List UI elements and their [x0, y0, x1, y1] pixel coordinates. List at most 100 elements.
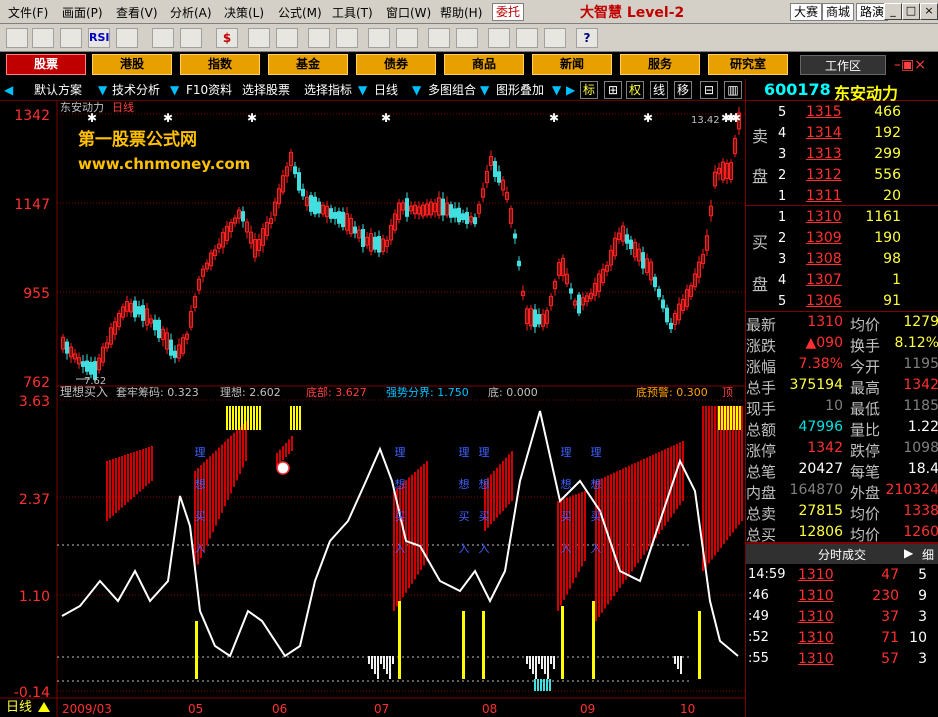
alert-icon[interactable] [336, 28, 358, 48]
trades-title: 分时成交 [818, 548, 867, 562]
menu-view[interactable]: 查看(V) [116, 4, 158, 21]
grid-icon[interactable]: ⊞ [604, 81, 622, 99]
period-up-icon[interactable] [38, 702, 50, 712]
menu-screen[interactable]: 画面(P) [62, 4, 103, 21]
chart-icon[interactable] [32, 28, 54, 48]
window-controls-icon[interactable]: –▣× [894, 57, 926, 73]
minimize-icon[interactable]: _ [884, 3, 902, 20]
chart-area[interactable]: ✱ ✱ ✱ ✱ ✱ ✱ ✱ ✱ ✱ 理想买入理想买入理想买入理想买入理想买入理想买入 东安动力 … [0, 101, 745, 717]
export-icon[interactable]: ⊟ [700, 81, 718, 99]
play-icon[interactable]: ▶ [566, 81, 575, 99]
candle-body [465, 212, 469, 224]
mark-button[interactable]: 标 [580, 81, 598, 99]
scroll-left-icon[interactable]: ◀ [4, 81, 13, 99]
contest-button[interactable]: 大赛 [790, 3, 823, 21]
trades-expand-icon[interactable]: ▶ [904, 546, 913, 560]
tab-commodities[interactable]: 商品 [444, 54, 524, 75]
dropdown-arrow-icon[interactable]: ▼ [480, 81, 489, 99]
indicator-bar [239, 426, 241, 474]
mall-button[interactable]: 商城 [822, 3, 855, 21]
buy-marker-label: 理 [591, 446, 602, 459]
default-scheme-button[interactable]: 默认方案 [34, 81, 82, 99]
menu-decision[interactable]: 决策(L) [224, 4, 264, 21]
tab-funds[interactable]: 基金 [268, 54, 348, 75]
panel-toggle-icon[interactable]: ▥ [724, 81, 742, 99]
technical-analysis-button[interactable]: 技术分析 [112, 81, 160, 99]
tab-hk[interactable]: 港股 [92, 54, 172, 75]
f10-button[interactable]: F10资料 [186, 81, 232, 99]
calculator-icon[interactable] [516, 28, 538, 48]
bid-row[interactable]: 2 1309 190 [746, 229, 938, 250]
candle-body [133, 300, 137, 318]
line-button[interactable]: 线 [650, 81, 668, 99]
bid-row[interactable]: 1 1310 1161 [746, 208, 938, 229]
bid-row[interactable]: 4 1307 1 [746, 271, 938, 292]
candle-body [405, 198, 409, 217]
crosshair-icon[interactable] [152, 28, 174, 48]
overlay-button[interactable]: 图形叠加 [496, 81, 544, 99]
ask-row[interactable]: 2 1312 556 [746, 166, 938, 187]
stock-icon[interactable] [368, 28, 390, 48]
menu-window[interactable]: 窗口(W) [386, 4, 431, 21]
bid-volume: 91 [883, 293, 901, 309]
bottom-signal-bar [674, 656, 676, 664]
bid-row[interactable]: 3 1308 98 [746, 250, 938, 271]
tab-stocks[interactable]: 股票 [6, 54, 86, 75]
tab-services[interactable]: 服务 [620, 54, 700, 75]
ask-row[interactable]: 4 1314 192 [746, 124, 938, 145]
rights-button[interactable]: 权 [626, 81, 644, 99]
select-indicator-button[interactable]: 选择指标 [304, 81, 352, 99]
list-icon[interactable] [60, 28, 82, 48]
cd-icon[interactable] [428, 28, 450, 48]
eye-icon[interactable] [248, 28, 270, 48]
ask-row[interactable]: 5 1315 466 [746, 103, 938, 124]
close-icon[interactable]: × [920, 3, 938, 20]
tab-index[interactable]: 指数 [180, 54, 260, 75]
disc-icon[interactable] [456, 28, 478, 48]
select-stock-button[interactable]: 选择股票 [242, 81, 290, 99]
help-icon[interactable]: ? [576, 28, 598, 48]
tab-bonds[interactable]: 债券 [356, 54, 436, 75]
menu-help[interactable]: 帮助(H) [440, 4, 482, 21]
dropdown-arrow-icon[interactable]: ▼ [170, 81, 179, 99]
binoculars-icon[interactable] [308, 28, 330, 48]
rsi-icon[interactable]: RSI [88, 28, 110, 48]
ask-row[interactable]: 3 1313 299 [746, 145, 938, 166]
diamond-icon[interactable] [396, 28, 418, 48]
multi-chart-button[interactable]: 多图组合 [428, 81, 476, 99]
daily-button[interactable]: 日线 [374, 81, 398, 99]
dropdown-arrow-icon[interactable]: ▼ [412, 81, 421, 99]
menu-file[interactable]: 文件(F) [8, 4, 48, 21]
keyboard-icon[interactable] [488, 28, 510, 48]
candle-body [293, 166, 297, 175]
books-icon[interactable] [544, 28, 566, 48]
move-button[interactable]: 移 [674, 81, 692, 99]
dropdown-arrow-icon[interactable]: ▼ [552, 81, 561, 99]
period-footer[interactable]: 日线 [6, 700, 32, 715]
menu-tools[interactable]: 工具(T) [332, 4, 373, 21]
tab-research[interactable]: 研究室 [708, 54, 788, 75]
dropdown-arrow-icon[interactable]: ▼ [358, 81, 367, 99]
bottom-signal-bar [534, 679, 536, 691]
menu-formula[interactable]: 公式(M) [278, 4, 322, 21]
trades-detail-tab[interactable]: 细 [922, 546, 934, 563]
dropdown-arrow-icon[interactable]: ▼ [98, 81, 107, 99]
open-icon[interactable] [6, 28, 28, 48]
trade-price: 1310 [798, 567, 834, 583]
indicator-bar [637, 461, 639, 564]
chart-svg[interactable]: ✱ ✱ ✱ ✱ ✱ ✱ ✱✱✱ 理想买入理想买入理想买入理想买入理想买入理想买入 东安动力 … [0, 101, 745, 717]
bars-icon[interactable] [276, 28, 298, 48]
indicator-bar [631, 464, 633, 572]
restore-icon[interactable]: □ [902, 3, 920, 20]
tab-news[interactable]: 新闻 [532, 54, 612, 75]
trade-time: :49 [748, 609, 769, 624]
date-axis-label: 07 [374, 702, 389, 716]
dollar-icon[interactable]: $ [216, 28, 238, 48]
menu-analysis[interactable]: 分析(A) [170, 4, 212, 21]
workspace-button[interactable]: 工作区 [800, 55, 886, 75]
draw-icon[interactable] [180, 28, 202, 48]
bid-row[interactable]: 5 1306 91 [746, 292, 938, 313]
date-axis-label: 06 [272, 702, 287, 716]
entrust-button[interactable]: 委托 [492, 3, 525, 21]
report-icon[interactable] [116, 28, 138, 48]
